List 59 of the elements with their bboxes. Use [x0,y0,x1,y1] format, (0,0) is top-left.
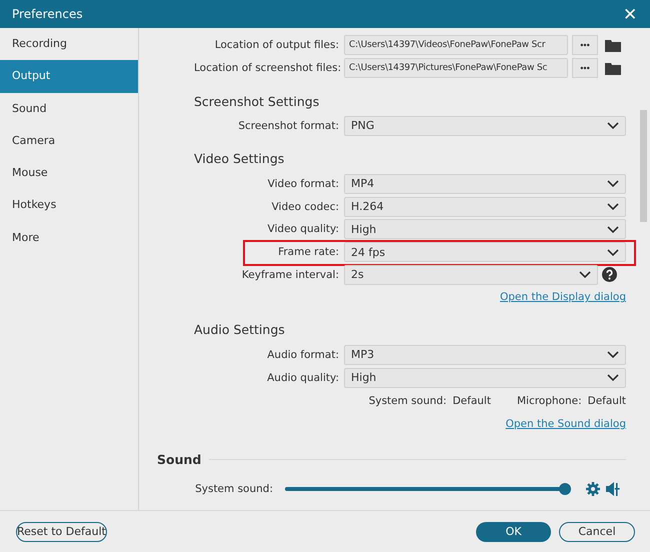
dialog-link[interactable]: Open the Display dialog [500,291,626,304]
dialog-link[interactable]: Open the Sound dialog [506,418,626,430]
chevron-icon [607,226,619,233]
dropdown[interactable]: MP4 [344,174,626,194]
path-field[interactable]: C:\Users\14397\Pictures\FonePaw\FonePaw Sc [344,58,568,78]
section-heading: Audio Settings [194,321,286,340]
chevron-icon [607,351,619,358]
dropdown[interactable]: 2s [344,264,598,285]
info-value: Default [588,394,626,407]
speaker-icon[interactable] [606,482,620,496]
dropdown[interactable]: 24 fps [344,242,626,262]
dropdown[interactable]: High [344,219,626,240]
chevron-icon [607,180,619,188]
section-heading: Video Settings [194,150,286,168]
info-label: Microphone: [516,394,582,407]
sidebar-item[interactable]: Recording [0,28,138,60]
sidebar-item[interactable]: More [0,222,138,254]
field-label: Location of output files: [214,39,340,52]
window-title: Preferences [12,7,84,21]
volume-slider[interactable] [285,482,571,495]
path-field[interactable]: C:\Users\14397\Videos\FonePaw\FonePaw Scr [344,35,568,56]
sidebar-item[interactable]: Mouse [0,157,138,190]
sidebar-item[interactable]: Output [0,60,138,93]
slider-label: System sound: [194,482,274,495]
field-label: Video codec: [270,200,340,213]
sidebar-item[interactable]: Camera [0,124,138,158]
field-label: Frame rate: [277,246,340,258]
chevron-icon [579,271,591,278]
chevron-icon [607,248,619,256]
field-label: Video quality: [266,223,340,236]
browse-button[interactable]: ••• [572,35,598,56]
dropdown[interactable]: PNG [344,116,626,136]
field-label: Audio format: [266,348,340,361]
help-icon[interactable] [602,267,617,282]
sidebar-item[interactable]: Hotkeys [0,189,138,222]
dropdown[interactable]: MP3 [344,344,626,365]
reset-button[interactable]: Reset to Default [16,522,107,542]
folder-icon[interactable] [605,38,621,52]
field-label: Screenshot format: [237,120,340,132]
field-label: Audio quality: [266,372,340,384]
browse-button[interactable]: ••• [572,58,598,78]
ok-button[interactable]: OK [476,522,551,542]
info-value: Default [452,394,491,407]
section-heading: Sound [157,452,202,468]
field-label: Video format: [266,178,340,190]
folder-icon[interactable] [605,62,621,75]
field-label: Location of screenshot files: [194,62,342,74]
cancel-button[interactable]: Cancel [559,522,635,542]
settings-icon[interactable] [586,482,600,496]
chevron-icon [607,374,619,382]
dropdown[interactable]: H.264 [344,196,626,217]
section-heading: Screenshot Settings [194,92,320,111]
dropdown[interactable]: High [344,368,626,388]
info-label: System sound: [368,394,447,407]
field-label: Keyframe interval: [240,268,340,281]
chevron-icon [607,203,619,210]
sidebar-item[interactable]: Sound [0,92,138,125]
close-button[interactable]: ✕ [610,0,650,28]
chevron-icon [607,122,619,130]
